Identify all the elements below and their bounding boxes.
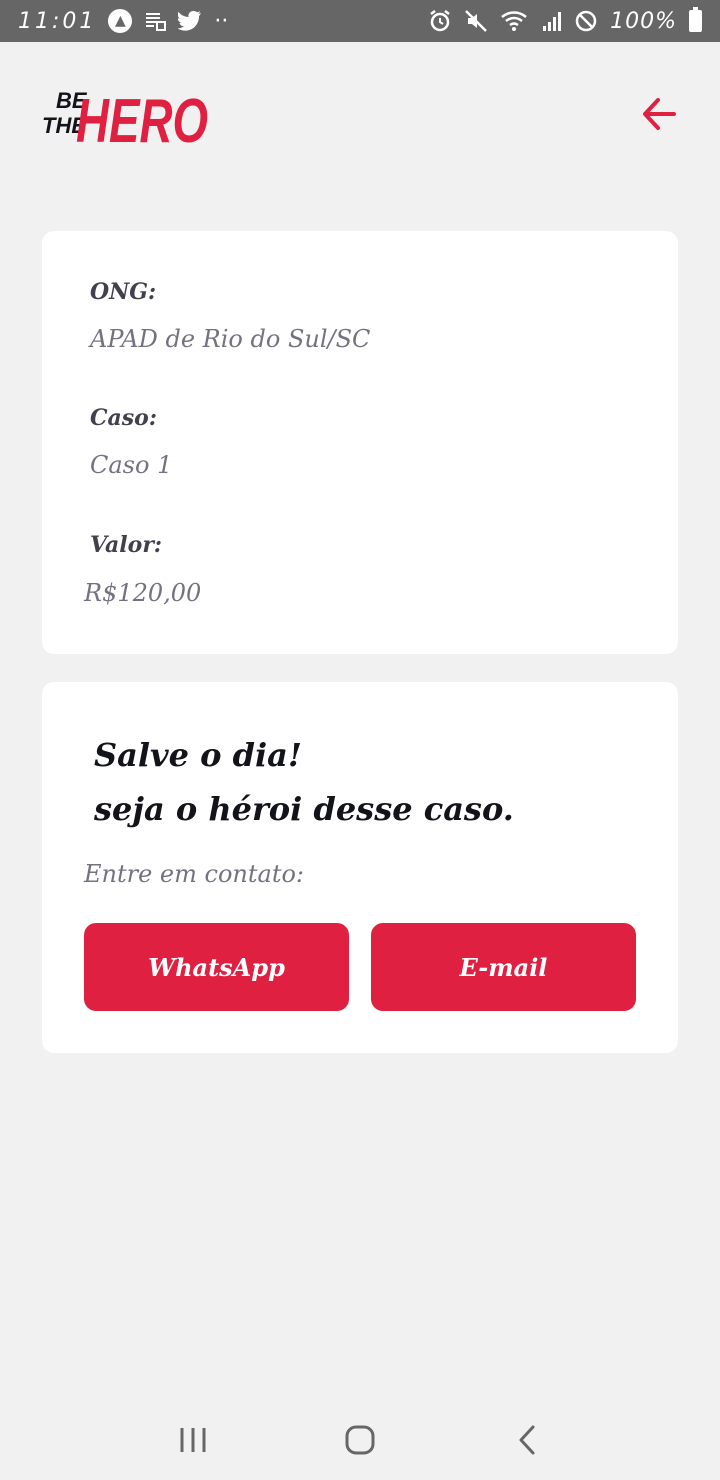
signal-icon	[542, 10, 562, 32]
more-dots-icon: ··	[214, 8, 229, 34]
nav-back-button[interactable]	[497, 1410, 557, 1470]
status-bar: 11:01 ▲ ·· 100%	[0, 0, 720, 42]
status-time: 11:01	[18, 8, 97, 34]
alarm-icon	[428, 9, 452, 33]
header: BE THE HERO	[42, 76, 678, 152]
contact-card: Salve o dia! seja o héroi desse caso. En…	[42, 682, 678, 1053]
case-value: Caso 1	[90, 451, 173, 479]
value-label: Valor:	[90, 532, 163, 558]
status-right: 100%	[428, 7, 702, 34]
incident-card: ONG: APAD de Rio do Sul/SC Caso: Caso 1 …	[42, 231, 678, 654]
battery-icon	[689, 7, 702, 32]
hero-title-line1: Salve o dia!	[94, 736, 302, 774]
arrow-left-icon	[643, 98, 676, 130]
ong-label: ONG:	[90, 279, 157, 305]
logo-hero: HERO	[76, 87, 208, 152]
app-icon: ▲	[108, 9, 133, 33]
back-icon	[519, 1425, 535, 1455]
mute-icon	[464, 9, 488, 33]
hero-title-line2: seja o héroi desse caso.	[94, 790, 514, 828]
whatsapp-button[interactable]: WhatsApp	[84, 923, 349, 1011]
home-icon	[345, 1425, 375, 1455]
ong-value: APAD de Rio do Sul/SC	[90, 325, 371, 353]
battery-percent: 100%	[610, 8, 677, 34]
case-label: Caso:	[90, 405, 157, 431]
hero-title: Salve o dia! seja o héroi desse caso.	[94, 728, 514, 836]
status-left: 11:01 ▲ ··	[18, 9, 228, 34]
be-the-hero-logo: BE THE HERO	[42, 76, 212, 152]
stack-icon	[144, 10, 167, 32]
home-button[interactable]	[330, 1410, 390, 1470]
value-amount: R$120,00	[84, 579, 202, 607]
recent-apps-icon	[180, 1428, 206, 1452]
recent-apps-button[interactable]	[163, 1410, 223, 1470]
contact-subtitle: Entre em contato:	[84, 860, 304, 888]
block-icon	[574, 9, 598, 33]
back-button[interactable]	[636, 90, 684, 138]
twitter-icon	[178, 11, 202, 31]
navigation-bar	[0, 1400, 720, 1480]
email-button[interactable]: E-mail	[371, 923, 636, 1011]
wifi-icon	[500, 10, 530, 32]
